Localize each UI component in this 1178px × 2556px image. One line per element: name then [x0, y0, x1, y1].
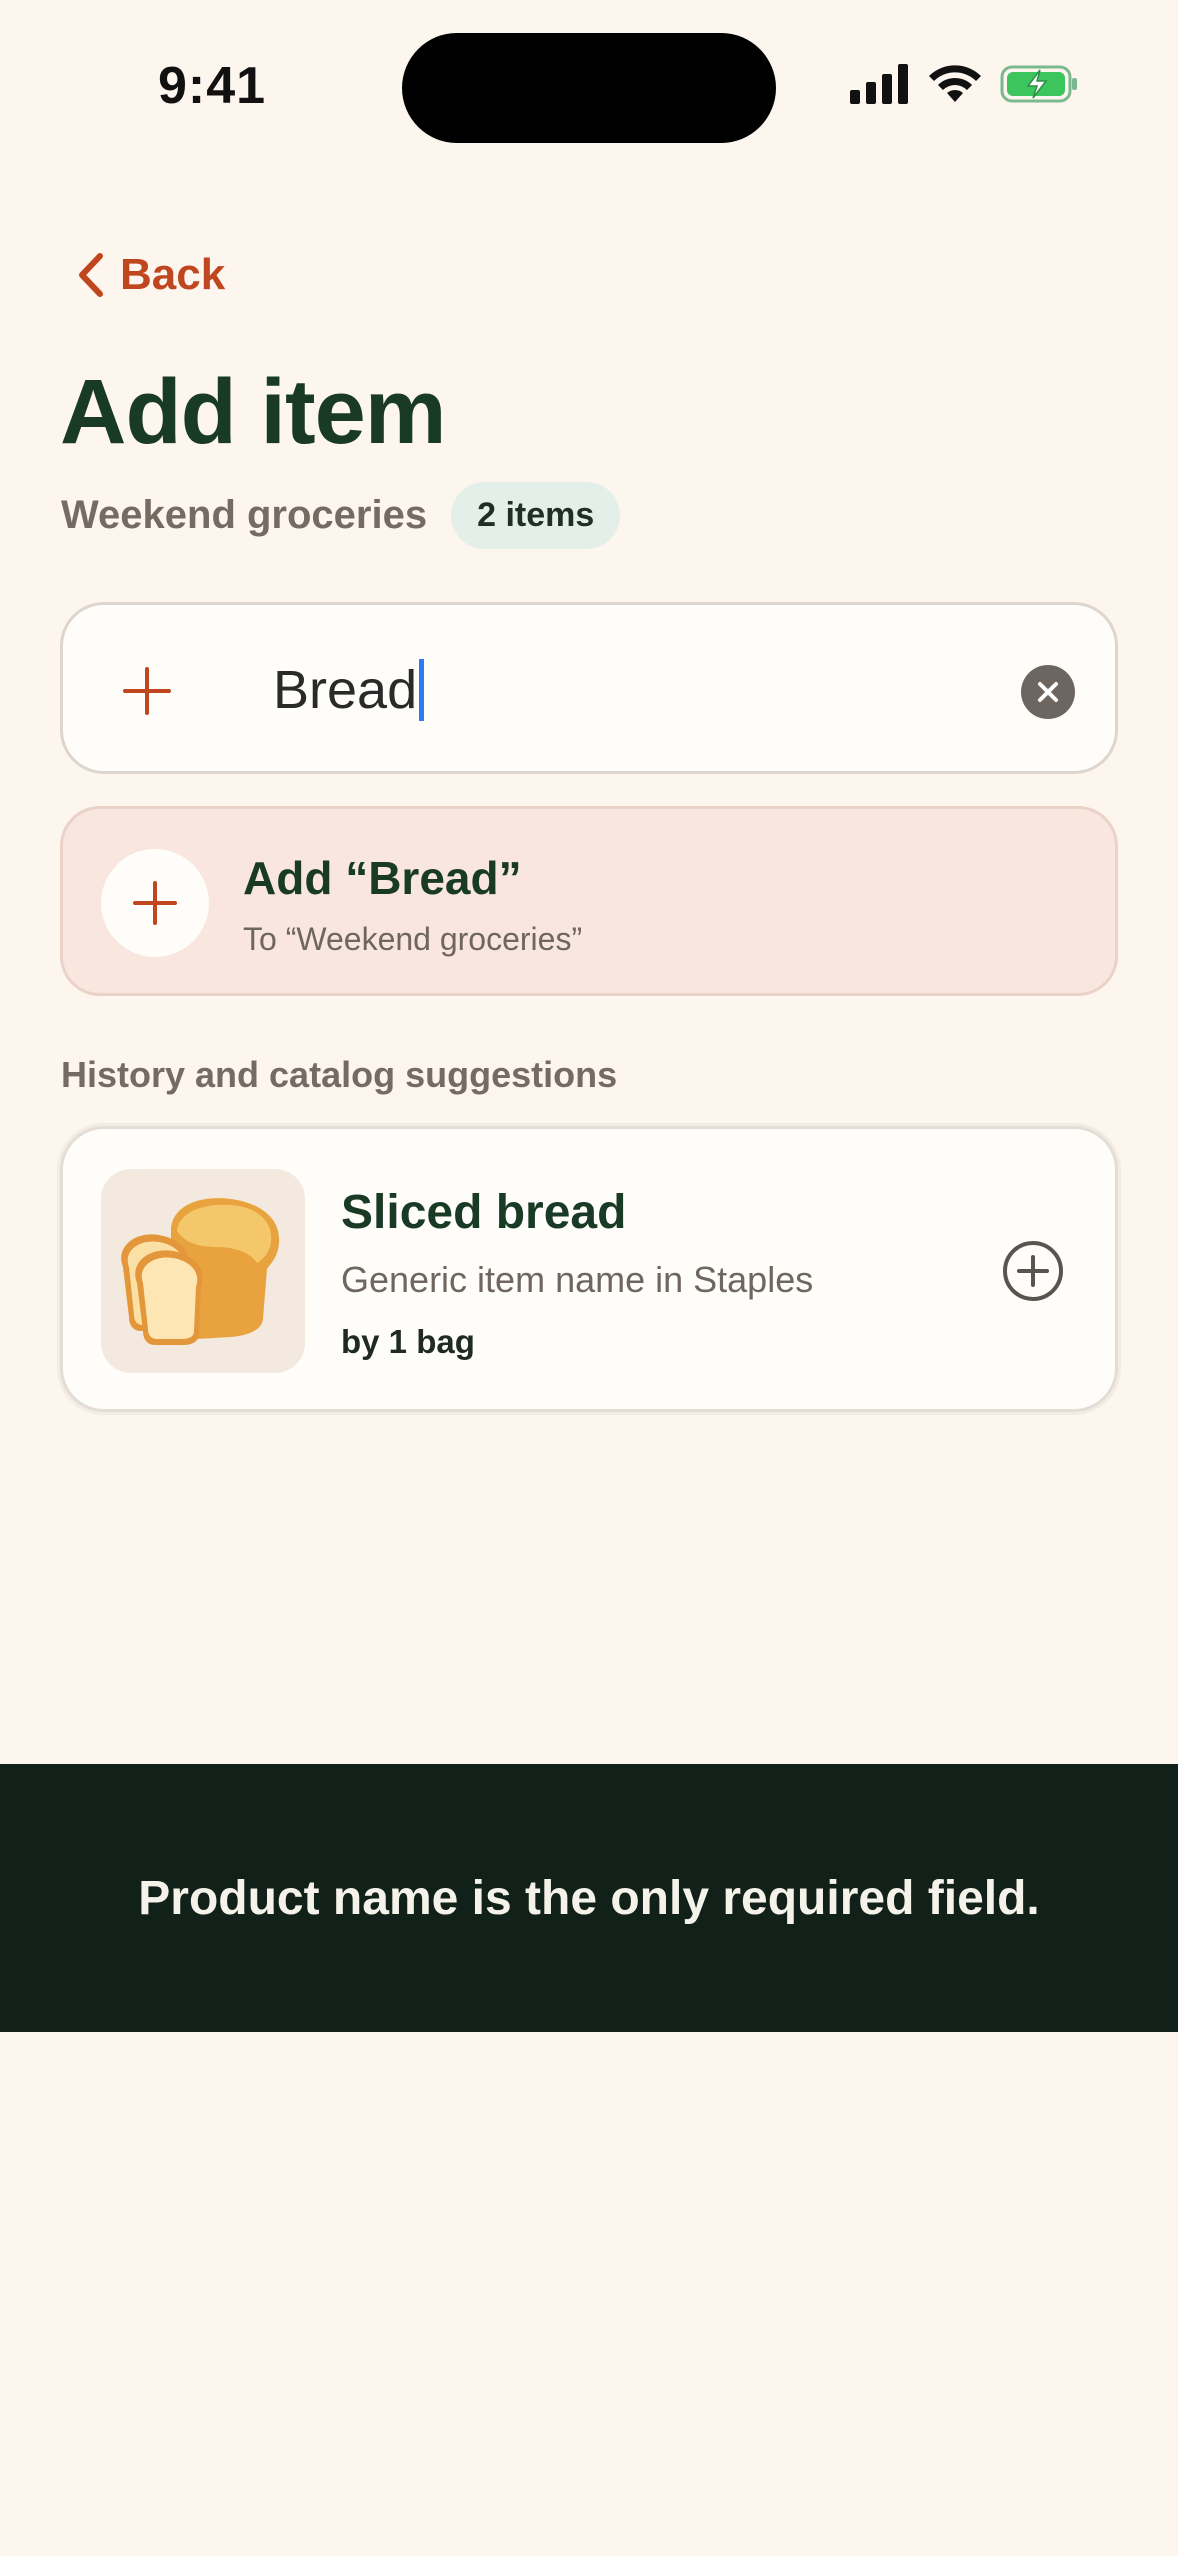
- chevron-left-icon: [79, 253, 103, 297]
- add-new-item-option[interactable]: Add “Bread” To “Weekend groceries”: [60, 806, 1118, 996]
- back-label: Back: [120, 250, 226, 299]
- toast-message: Product name is the only required field.: [138, 1871, 1040, 1925]
- list-info: Weekend groceries 2 items: [61, 482, 621, 549]
- input-value-wrap: Bread: [273, 659, 425, 721]
- battery-charging-icon: [1000, 65, 1077, 103]
- dynamic-island: [402, 33, 776, 143]
- suggestion-quantity: by 1 bag: [341, 1323, 475, 1360]
- close-icon: [1038, 682, 1058, 702]
- add-circle: [101, 849, 209, 957]
- suggestion-description: Generic item name in Staples: [341, 1259, 814, 1300]
- add-option-subtitle: To “Weekend groceries”: [243, 921, 583, 957]
- bread-thumbnail: [101, 1169, 305, 1373]
- signal-icon: [850, 64, 908, 104]
- wifi-icon: [929, 65, 981, 102]
- plus-icon: [123, 667, 171, 715]
- page-title: Add item: [60, 361, 447, 463]
- bread-icon: [121, 1198, 280, 1345]
- item-name-input[interactable]: Bread: [60, 602, 1118, 774]
- list-name: Weekend groceries: [61, 493, 428, 537]
- clear-button[interactable]: [1021, 665, 1075, 719]
- item-count-badge: 2 items: [451, 482, 621, 549]
- plus-icon: [133, 881, 177, 925]
- add-circle-icon[interactable]: [1001, 1239, 1065, 1303]
- back-button[interactable]: Back: [76, 250, 225, 300]
- add-option-title: Add “Bread”: [243, 852, 522, 904]
- input-value: Bread: [273, 660, 418, 720]
- status-time: 9:41: [158, 57, 267, 115]
- suggestions-heading: History and catalog suggestions: [61, 1054, 618, 1095]
- suggestion-name: Sliced bread: [341, 1186, 627, 1239]
- toast-banner: Product name is the only required field.: [0, 1764, 1178, 2032]
- status-icons: [848, 64, 1080, 104]
- suggestion-item[interactable]: Sliced bread Generic item name in Staple…: [60, 1126, 1118, 1412]
- text-caret: [419, 659, 425, 721]
- screen: 9:41 Back Add item Weekend groceries 2 i…: [0, 0, 1178, 2556]
